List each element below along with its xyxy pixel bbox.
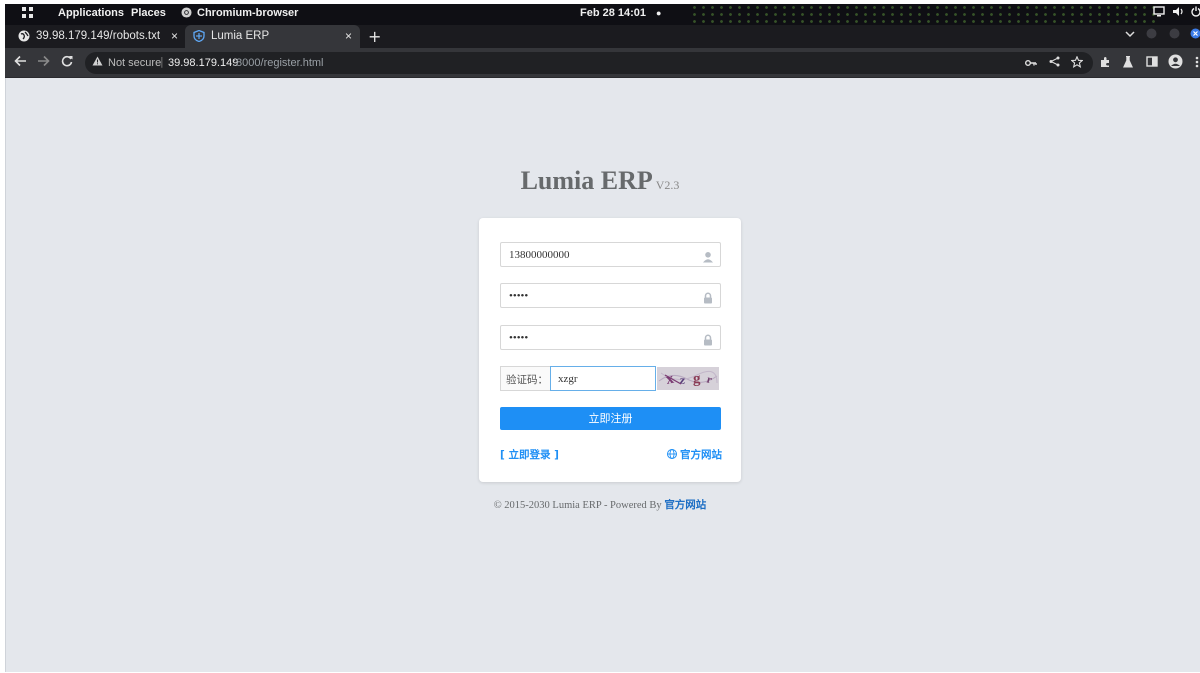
- globe-icon: [18, 30, 30, 42]
- flask-icon[interactable]: [1123, 56, 1133, 71]
- system-top-bar: Applications Places Chromium-browser Feb…: [0, 0, 1200, 25]
- url-separator: |: [160, 55, 164, 68]
- captcha-label: 验证码：: [500, 366, 551, 391]
- footer-copyright: © 2015-2030 Lumia ERP - Powered By: [493, 500, 665, 511]
- official-site-link[interactable]: 官方网站: [667, 447, 722, 462]
- tab-robots[interactable]: 39.98.179.149/robots.txt ×: [10, 25, 185, 48]
- captcha-input[interactable]: [551, 367, 655, 391]
- new-tab-button[interactable]: +: [368, 27, 381, 46]
- warning-icon[interactable]: [92, 56, 103, 69]
- minimize-icon[interactable]: [1146, 28, 1157, 42]
- places-menu[interactable]: Places: [131, 7, 166, 19]
- bookmark-star-icon[interactable]: [1070, 55, 1084, 71]
- back-arrow-icon[interactable]: [14, 55, 27, 71]
- password-input[interactable]: [501, 284, 696, 307]
- footer-site-link[interactable]: 官方网站: [664, 499, 706, 511]
- phone-field[interactable]: [500, 242, 721, 267]
- shield-icon: [193, 29, 205, 43]
- tab-search-icon[interactable]: [1125, 28, 1135, 41]
- close-icon[interactable]: ×: [171, 29, 178, 43]
- brand-version: V2.3: [655, 178, 680, 192]
- apps-grid-icon[interactable]: [22, 7, 34, 19]
- active-app-name[interactable]: Chromium-browser: [197, 7, 298, 19]
- user-icon: [702, 248, 714, 263]
- tab-label: 39.98.179.149/robots.txt: [36, 30, 161, 42]
- display-icon[interactable]: [1153, 6, 1165, 20]
- brand-title: Lumia ERP: [520, 166, 653, 195]
- applications-menu[interactable]: Applications: [58, 7, 124, 19]
- clock[interactable]: Feb 28 14:01: [580, 7, 646, 19]
- svg-text:r: r: [705, 373, 713, 386]
- extensions-icon[interactable]: [1099, 56, 1111, 71]
- confirm-password-input[interactable]: [501, 326, 696, 349]
- captcha-image[interactable]: x z g r: [657, 367, 719, 390]
- svg-text:g: g: [693, 371, 701, 387]
- security-label[interactable]: Not secure: [108, 57, 161, 69]
- share-icon[interactable]: [1049, 56, 1060, 70]
- key-icon[interactable]: [1025, 56, 1037, 70]
- globe-icon: [667, 449, 677, 459]
- chromium-app-icon: [181, 7, 192, 20]
- tab-label: Lumia ERP: [211, 30, 270, 42]
- svg-text:z: z: [679, 373, 687, 388]
- close-icon[interactable]: ×: [345, 29, 352, 43]
- url-host[interactable]: 39.98.179.149: [168, 57, 238, 69]
- close-window-icon[interactable]: [1190, 28, 1200, 42]
- brand-header: Lumia ERP V2.3: [0, 166, 1200, 196]
- phone-input[interactable]: [501, 243, 696, 266]
- maximize-icon[interactable]: [1169, 28, 1180, 42]
- menu-kebab-icon[interactable]: [1195, 56, 1199, 71]
- volume-icon[interactable]: [1172, 6, 1184, 20]
- password-field[interactable]: [500, 283, 721, 308]
- power-icon[interactable]: [1191, 6, 1200, 20]
- login-link[interactable]: [ 立即登录 ]: [500, 447, 559, 462]
- forward-arrow-icon[interactable]: [37, 55, 50, 71]
- notification-dot: ●: [656, 8, 662, 18]
- system-bar-pattern: [690, 4, 1160, 25]
- url-path[interactable]: :8000/register.html: [233, 57, 324, 69]
- page-footer: © 2015-2030 Lumia ERP - Powered By 官方网站: [0, 497, 1200, 512]
- register-submit-button[interactable]: 立即注册: [500, 407, 721, 430]
- confirm-password-field[interactable]: [500, 325, 721, 350]
- tab-lumia-erp[interactable]: Lumia ERP ×: [185, 25, 360, 48]
- side-panel-icon[interactable]: [1146, 56, 1158, 70]
- lock-icon: [702, 331, 714, 346]
- profile-avatar-icon[interactable]: [1168, 54, 1183, 72]
- lock-icon: [702, 289, 714, 304]
- captcha-field[interactable]: [550, 366, 656, 391]
- reload-icon[interactable]: [61, 55, 73, 71]
- official-site-label: 官方网站: [680, 449, 722, 461]
